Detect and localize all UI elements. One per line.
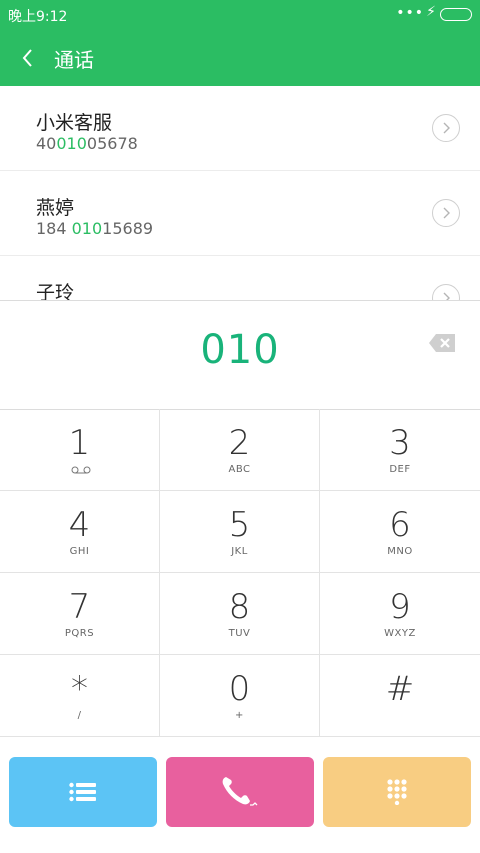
contact-detail-button[interactable] bbox=[432, 199, 460, 227]
number-suffix: 05678 bbox=[86, 134, 138, 153]
contact-detail-button[interactable] bbox=[432, 284, 460, 300]
key-digit: 7 bbox=[68, 587, 91, 627]
key-star[interactable]: * / bbox=[0, 655, 160, 737]
key-digit: 1 bbox=[68, 423, 91, 463]
key-4[interactable]: 4 GHI bbox=[0, 491, 160, 573]
key-0[interactable]: 0 + bbox=[160, 655, 320, 737]
key-2[interactable]: 2 ABC bbox=[160, 409, 320, 491]
key-7[interactable]: 7 PQRS bbox=[0, 573, 160, 655]
call-button[interactable] bbox=[166, 757, 314, 827]
key-9[interactable]: 9 WXYZ bbox=[320, 573, 480, 655]
dialpad-icon bbox=[387, 779, 407, 805]
chevron-right-icon bbox=[443, 292, 450, 300]
list-item[interactable]: 燕婷 184 01015689 bbox=[0, 171, 480, 256]
key-letters: TUV bbox=[228, 628, 251, 639]
key-letters: / bbox=[77, 710, 82, 721]
list-item[interactable]: 子玲 bbox=[0, 256, 480, 300]
status-bar: 晚上9:12 ••• ⚡ bbox=[0, 0, 480, 30]
back-button[interactable] bbox=[18, 46, 38, 70]
list-icon bbox=[69, 782, 96, 802]
key-8[interactable]: 8 TUV bbox=[160, 573, 320, 655]
key-digit: 0 bbox=[228, 669, 251, 709]
key-letters: DEF bbox=[389, 464, 411, 475]
contact-name: 小米客服 bbox=[36, 112, 113, 134]
number-prefix: 40 bbox=[36, 134, 57, 153]
voicemail-icon bbox=[71, 466, 91, 474]
contact-detail-button[interactable] bbox=[432, 114, 460, 142]
number-prefix: 184 bbox=[36, 219, 72, 238]
key-hash[interactable]: # bbox=[320, 655, 480, 737]
key-digit: 6 bbox=[389, 505, 411, 545]
page-title: 通话 bbox=[54, 48, 94, 72]
backspace-button[interactable] bbox=[428, 333, 455, 355]
key-letters: ABC bbox=[228, 464, 251, 475]
key-digit: 9 bbox=[389, 587, 411, 627]
status-time: 晚上9:12 bbox=[8, 9, 68, 25]
menu-button[interactable] bbox=[9, 757, 157, 827]
top-bar: 晚上9:12 ••• ⚡ 通话 bbox=[0, 0, 480, 86]
dialed-number[interactable]: 010 bbox=[0, 327, 480, 373]
dialpad-toggle-button[interactable] bbox=[323, 757, 471, 827]
key-6[interactable]: 6 MNO bbox=[320, 491, 480, 573]
contact-suggestion-list[interactable]: 小米客服 4001005678 燕婷 184 01015689 子玲 bbox=[0, 86, 480, 300]
key-1[interactable]: 1 bbox=[0, 409, 160, 491]
contact-number: 4001005678 bbox=[36, 134, 138, 153]
key-letters: + bbox=[235, 710, 244, 721]
key-3[interactable]: 3 DEF bbox=[320, 409, 480, 491]
key-digit: 3 bbox=[389, 423, 411, 463]
chevron-right-icon bbox=[443, 207, 450, 219]
contact-number: 184 01015689 bbox=[36, 219, 153, 238]
number-suffix: 15689 bbox=[102, 219, 154, 238]
key-digit: 8 bbox=[228, 587, 251, 627]
phone-icon bbox=[222, 777, 258, 806]
key-letters: WXYZ bbox=[384, 628, 416, 639]
contact-name: 子玲 bbox=[36, 282, 75, 300]
list-item[interactable]: 小米客服 4001005678 bbox=[0, 86, 480, 171]
more-dots-icon: ••• bbox=[396, 5, 424, 21]
key-5[interactable]: 5 JKL bbox=[160, 491, 320, 573]
key-letters: PQRS bbox=[64, 628, 95, 639]
chevron-right-icon bbox=[443, 122, 450, 134]
header: 通话 bbox=[0, 30, 480, 86]
battery-icon bbox=[440, 8, 472, 21]
number-match: 010 bbox=[56, 134, 87, 153]
number-match: 010 bbox=[71, 219, 103, 238]
contact-name: 燕婷 bbox=[36, 197, 75, 219]
chevron-left-icon bbox=[22, 49, 32, 67]
key-digit: 5 bbox=[228, 505, 251, 545]
key-letters: MNO bbox=[387, 546, 413, 557]
key-digit: 4 bbox=[68, 505, 91, 545]
key-digit: * bbox=[71, 669, 88, 709]
dialpad: 1 2 ABC 3 DEF 4 GHI 5 JKL 6 MNO 7 PQRS 8… bbox=[0, 409, 480, 739]
key-letters: JKL bbox=[231, 546, 248, 557]
key-digit: 2 bbox=[228, 423, 251, 463]
dial-input-area: 010 bbox=[0, 300, 480, 410]
key-letters: GHI bbox=[69, 546, 90, 557]
key-digit: # bbox=[385, 669, 415, 709]
charging-icon: ⚡ bbox=[426, 4, 436, 20]
backspace-icon bbox=[429, 334, 455, 352]
action-bar bbox=[0, 739, 480, 853]
